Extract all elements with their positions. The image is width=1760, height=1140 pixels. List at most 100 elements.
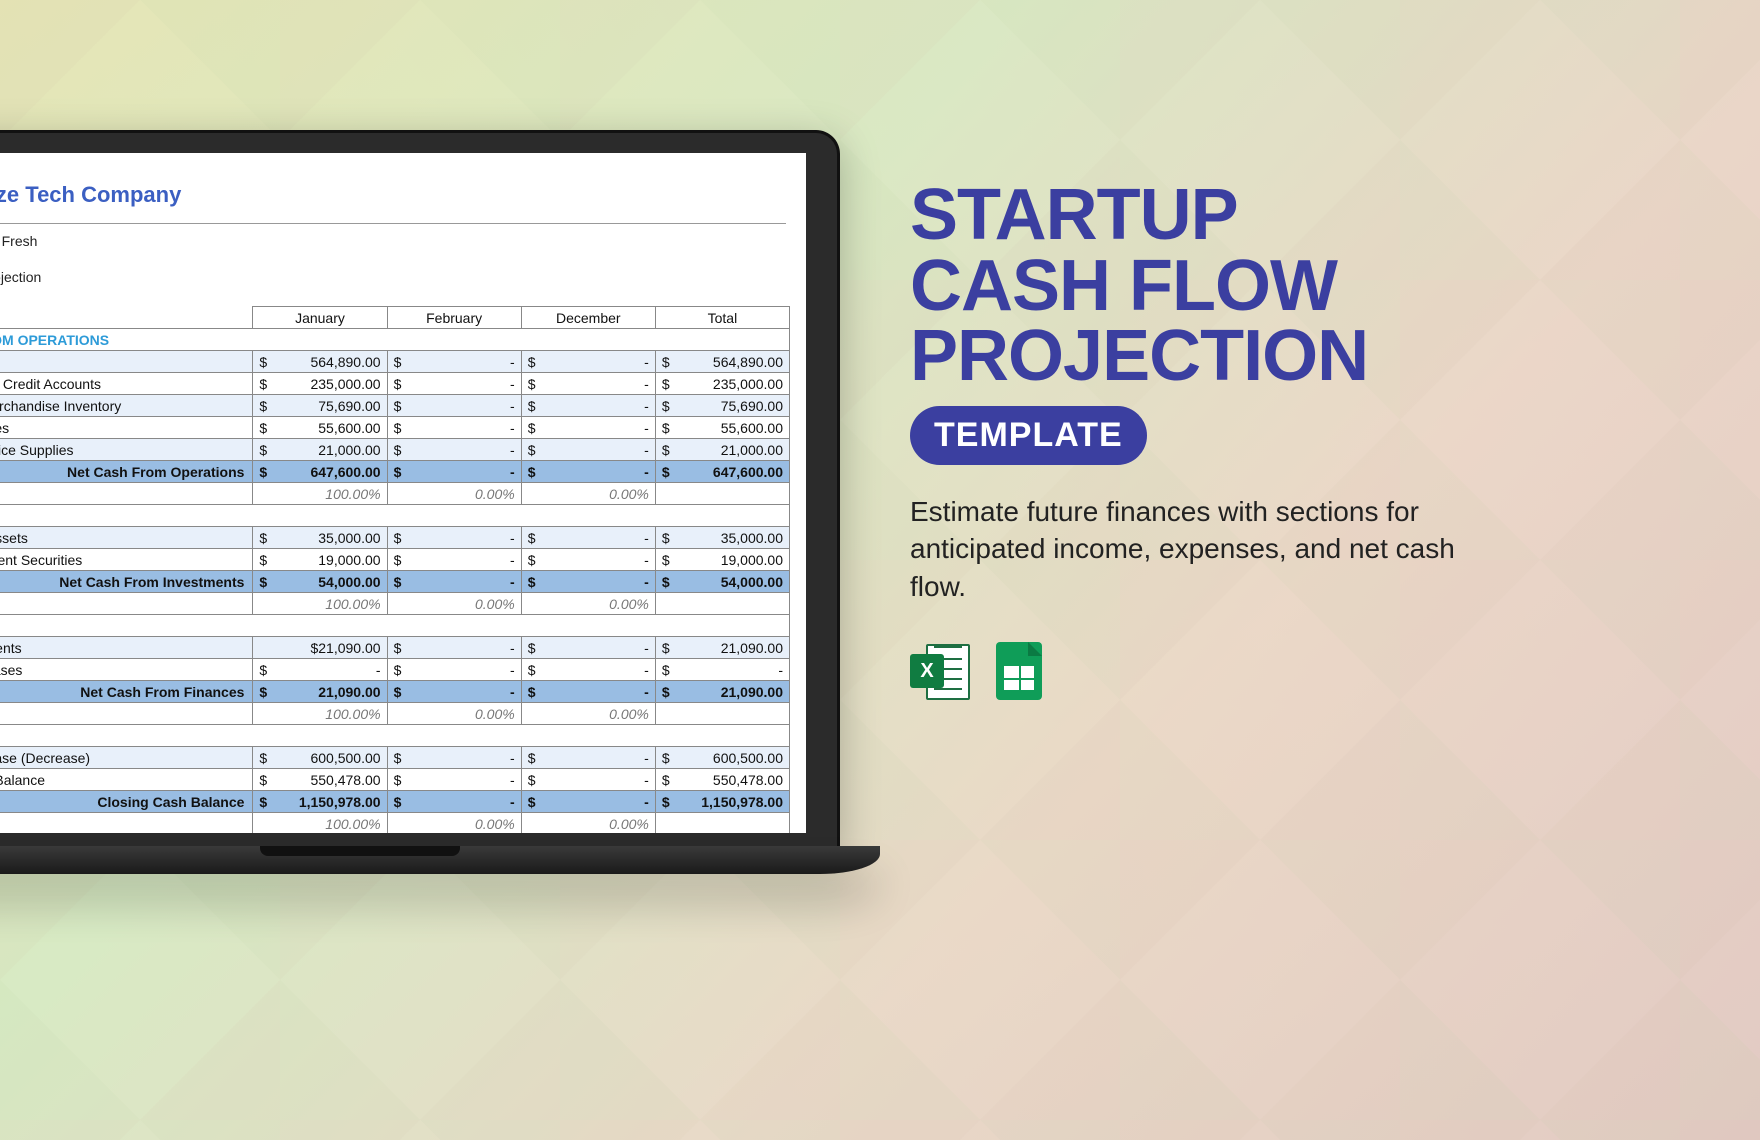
cell-amount: $- bbox=[521, 373, 655, 395]
cell-amount: $- bbox=[387, 417, 521, 439]
cell-amount: $- bbox=[521, 417, 655, 439]
cell-amount: $550,478.00 bbox=[655, 769, 789, 791]
cell-amount: $- bbox=[521, 791, 655, 813]
table-row: Payroll Expenses$55,600.00$-$-$55,600.00 bbox=[0, 417, 790, 439]
cell-amount: $647,600.00 bbox=[655, 461, 789, 483]
cell-amount: $35,000.00 bbox=[253, 527, 387, 549]
cell-amount: $600,500.00 bbox=[253, 747, 387, 769]
cell-amount: $- bbox=[521, 439, 655, 461]
cell-amount: $- bbox=[387, 791, 521, 813]
promo-description: Estimate future finances with sections f… bbox=[910, 493, 1510, 606]
section-receipts: CASH RECEIPTS FROM OPERATIONS bbox=[0, 329, 790, 351]
row-label: Collection From Credit Accounts bbox=[0, 373, 253, 395]
section-finances: FINANCES bbox=[0, 615, 790, 637]
section-pct-row: 100.00%0.00%0.00% bbox=[0, 813, 790, 834]
cell-amount: $- bbox=[387, 395, 521, 417]
cell-amount: $21,090.00 bbox=[655, 637, 789, 659]
title-line-2: CASH FLOW bbox=[910, 251, 1550, 322]
cell-amount: $- bbox=[521, 527, 655, 549]
row-label: Sale of Fixed Assets bbox=[0, 527, 253, 549]
total-label: Net Cash From Operations bbox=[0, 461, 253, 483]
cell-amount: $21,090.00 bbox=[655, 681, 789, 703]
cell-amount: $- bbox=[387, 351, 521, 373]
cell-amount: $- bbox=[521, 769, 655, 791]
row-label: Net Cash Increase (Decrease) bbox=[0, 747, 253, 769]
row-label: Payroll Expenses bbox=[0, 417, 253, 439]
excel-icon: X bbox=[910, 642, 970, 702]
total-label: Net Cash From Finances bbox=[0, 681, 253, 703]
cell-amount: $75,690.00 bbox=[253, 395, 387, 417]
company-name: Strategize Tech Company bbox=[0, 182, 181, 208]
cell-amount: $75,690.00 bbox=[655, 395, 789, 417]
cell-amount: $550,478.00 bbox=[253, 769, 387, 791]
section-investments: INVESTMENTS bbox=[0, 505, 790, 527]
total-label: Net Cash From Investments bbox=[0, 571, 253, 593]
row-label: Dividend Payments bbox=[0, 637, 253, 659]
laptop-bezel: YOUR LOGO HERE Strategize Tech Company P… bbox=[0, 130, 840, 850]
table-row: Collection From Credit Accounts$235,000.… bbox=[0, 373, 790, 395]
cell-amount: $- bbox=[521, 637, 655, 659]
cell-amount: $647,600.00 bbox=[253, 461, 387, 483]
cell-amount: $54,000.00 bbox=[253, 571, 387, 593]
cell-amount: $- bbox=[387, 527, 521, 549]
cell-amount: $- bbox=[521, 681, 655, 703]
cell-amount: $55,600.00 bbox=[253, 417, 387, 439]
cell-amount: $- bbox=[521, 659, 655, 681]
cell-amount: $- bbox=[253, 659, 387, 681]
section-total-row: Net Cash From Operations$647,600.00$-$-$… bbox=[0, 461, 790, 483]
cell-amount: $235,000.00 bbox=[655, 373, 789, 395]
year-line: For the Year 2050 bbox=[0, 250, 786, 268]
section-ending: ANNUAL ENDING bbox=[0, 725, 790, 747]
laptop-screen: YOUR LOGO HERE Strategize Tech Company P… bbox=[0, 153, 806, 833]
col-january: January bbox=[253, 307, 387, 329]
table-row: Opening Cash Balance$550,478.00$-$-$550,… bbox=[0, 769, 790, 791]
table-row: Sale of Investment Securities $19,000.00 $… bbox=[0, 549, 790, 571]
template-pill: TEMPLATE bbox=[910, 406, 1147, 465]
cell-amount: $600,500.00 bbox=[655, 747, 789, 769]
table-row: Purchase of Merchandise Inventory$75,690… bbox=[0, 395, 790, 417]
table-row: Stock Repurchases$-$-$-$- bbox=[0, 659, 790, 681]
cell-amount: $- bbox=[387, 373, 521, 395]
cell-amount: $1,150,978.00 bbox=[655, 791, 789, 813]
cell-amount: $- bbox=[387, 439, 521, 461]
cell-amount: $21,090.00 bbox=[253, 637, 387, 659]
row-label: Cash Sales bbox=[0, 351, 253, 373]
cell-amount: $- bbox=[521, 395, 655, 417]
table-row: Dividend Payments$21,090.00$-$-$21,090.0… bbox=[0, 637, 790, 659]
cell-amount: $35,000.00 bbox=[655, 527, 789, 549]
table-row: Sale of Fixed Assets$35,000.00$-$-$35,00… bbox=[0, 527, 790, 549]
cell-amount: $235,000.00 bbox=[253, 373, 387, 395]
doc-title: Startup Cash Flow Projection bbox=[0, 268, 786, 286]
cell-amount: $- bbox=[387, 549, 521, 571]
cell-amount: $- bbox=[387, 637, 521, 659]
cell-amount: $21,090.00 bbox=[253, 681, 387, 703]
cell-amount: $21,000.00 bbox=[253, 439, 387, 461]
row-label: Sale of Investment Securities bbox=[0, 549, 253, 571]
cell-amount: $54,000.00 bbox=[655, 571, 789, 593]
cell-amount: $- bbox=[387, 461, 521, 483]
cell-amount: $- bbox=[387, 681, 521, 703]
promo-title: STARTUP CASH FLOW PROJECTION bbox=[910, 180, 1550, 392]
document-header: YOUR LOGO HERE Strategize Tech Company bbox=[0, 167, 786, 223]
table-row: Cash Sales$564,890.00$-$-$564,890.00 bbox=[0, 351, 790, 373]
cell-amount: $564,890.00 bbox=[655, 351, 789, 373]
google-sheets-icon bbox=[990, 642, 1050, 702]
cell-amount: $564,890.00 bbox=[253, 351, 387, 373]
cell-amount: $- bbox=[521, 747, 655, 769]
laptop-notch bbox=[260, 846, 460, 856]
prepared-by: Prepared by: Ms. Mari Fresh bbox=[0, 232, 786, 250]
cell-amount: $1,150,978.00 bbox=[253, 791, 387, 813]
row-label: Purchase of Office Supplies bbox=[0, 439, 253, 461]
col-total: Total bbox=[655, 307, 789, 329]
cell-amount: $19,000.00 bbox=[655, 549, 789, 571]
cell-amount: $55,600.00 bbox=[655, 417, 789, 439]
document-meta: Prepared by: Ms. Mari Fresh For the Year… bbox=[0, 228, 786, 296]
row-label: Purchase of Merchandise Inventory bbox=[0, 395, 253, 417]
section-total-row: Net Cash From Finances$21,090.00$-$-$21,… bbox=[0, 681, 790, 703]
title-line-3: PROJECTION bbox=[910, 321, 1550, 392]
section-total-row: Net Cash From Investments$54,000.00$-$-$… bbox=[0, 571, 790, 593]
row-label: Stock Repurchases bbox=[0, 659, 253, 681]
section-pct-row: 100.00%0.00%0.00% bbox=[0, 593, 790, 615]
title-line-1: STARTUP bbox=[910, 180, 1550, 251]
cell-amount: $- bbox=[387, 571, 521, 593]
